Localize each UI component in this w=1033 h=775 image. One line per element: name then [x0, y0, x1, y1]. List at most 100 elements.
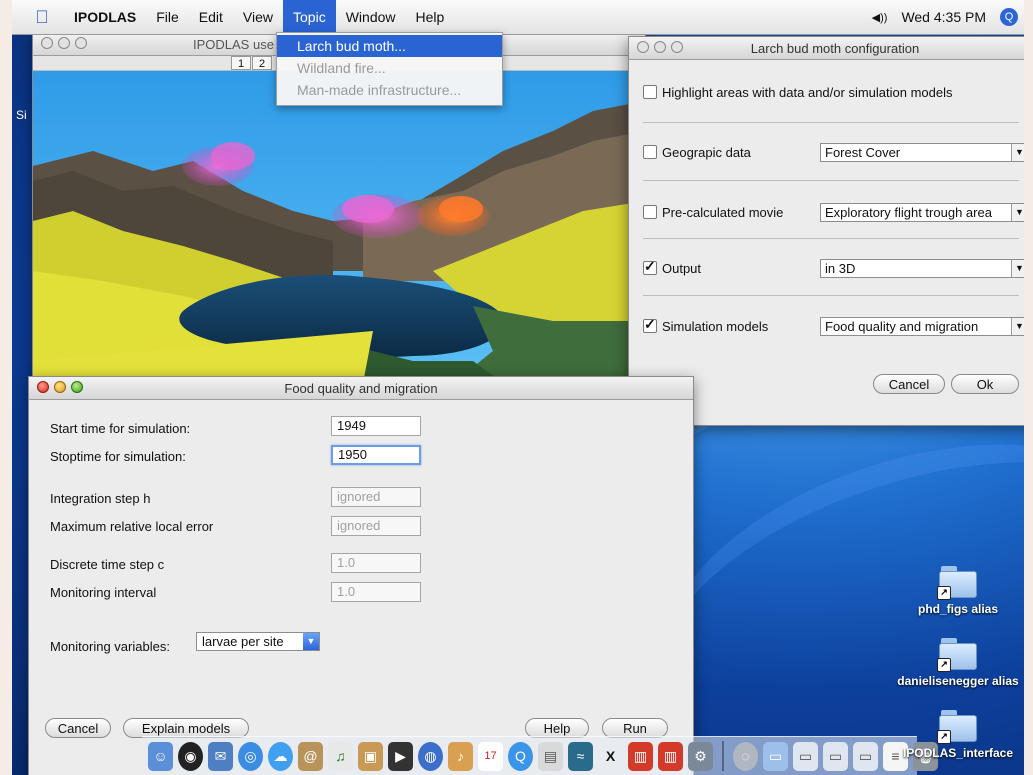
output-checkbox[interactable]	[643, 258, 657, 275]
terrain-scene	[33, 71, 645, 383]
window-icon-1[interactable]: ▭	[793, 741, 818, 771]
viewer-tab-2[interactable]: 2	[252, 56, 272, 70]
highlight-label: Highlight areas with data and/or simulat…	[662, 84, 953, 100]
sim-models-select-value: Food quality and migration	[825, 318, 979, 334]
fire-cloud	[417, 196, 489, 236]
window-icon-3[interactable]: ▭	[853, 741, 878, 771]
highlight-row[interactable]: Highlight areas with data and/or simulat…	[643, 80, 1024, 104]
menu-file[interactable]: File	[146, 0, 189, 34]
apple-menu-icon[interactable]: 	[30, 7, 54, 28]
divider	[643, 238, 1019, 239]
config-ok-button[interactable]: Ok	[951, 374, 1019, 394]
movie-label: Pre-calculated movie	[662, 204, 784, 220]
integration-step-field: ignored	[331, 487, 421, 507]
garageband-icon[interactable]: ♪	[448, 741, 473, 771]
ical-icon[interactable]: 17	[478, 741, 503, 771]
movie-checkbox[interactable]	[643, 205, 657, 219]
chevron-down-icon: ▼	[1011, 143, 1024, 161]
quicktime-icon[interactable]: Q	[508, 741, 533, 771]
app-icon-2[interactable]: ▥	[658, 741, 683, 771]
movie-row: Pre-calculated movie Exploratory flight …	[643, 200, 1024, 224]
disk-icon[interactable]: ◌	[733, 741, 758, 771]
menu-help[interactable]: Help	[406, 0, 455, 34]
chevron-down-icon: ▼	[1011, 317, 1024, 335]
food-titlebar[interactable]: Food quality and migration	[29, 377, 693, 400]
viewer-tab-1[interactable]: 1	[231, 56, 251, 70]
folder-alias-icon: ↗	[937, 566, 977, 600]
chevron-down-icon: ▼	[303, 633, 319, 650]
max-error-label: Maximum relative local error	[50, 519, 214, 534]
window-icon-2[interactable]: ▭	[823, 741, 848, 771]
topic-menu: Larch bud moth... Wildland fire... Man-m…	[276, 32, 503, 106]
moth-cloud-center	[332, 194, 424, 238]
app-menu[interactable]: IPODLAS	[74, 0, 146, 34]
geodata-label: Geograpic data	[662, 144, 751, 160]
spotlight-icon[interactable]: Q	[1000, 8, 1018, 26]
imovie-icon[interactable]: ▶	[388, 741, 413, 771]
itunes-icon[interactable]: ♫	[328, 741, 353, 771]
ipodlas-app-icon[interactable]: ≈	[568, 741, 593, 771]
desktop-icon-phd-figs[interactable]: ↗ phd_figs alias	[888, 566, 1024, 616]
dashboard-icon[interactable]: ◉	[178, 741, 203, 771]
system-prefs-icon[interactable]: ⚙	[688, 741, 713, 771]
discrete-step-field: 1.0	[331, 553, 421, 573]
address-book-icon[interactable]: @	[298, 741, 323, 771]
menu-view[interactable]: View	[233, 0, 283, 34]
sim-models-row: Simulation models Food quality and migra…	[643, 314, 1024, 338]
discrete-step-label: Discrete time step c	[50, 557, 165, 572]
run-button[interactable]: Run	[602, 718, 668, 738]
config-cancel-button[interactable]: Cancel	[873, 374, 945, 394]
desktop-icon-label: danielisenegger alias	[897, 674, 1019, 688]
stop-time-label: Stoptime for simulation:	[50, 449, 186, 464]
food-cancel-button[interactable]: Cancel	[45, 718, 111, 738]
chevron-down-icon: ▼	[1011, 203, 1024, 221]
chevron-down-icon: ▼	[1011, 259, 1024, 277]
geodata-checkbox[interactable]	[643, 145, 657, 159]
minimize-button[interactable]	[58, 37, 70, 49]
zoom-button[interactable]	[75, 37, 87, 49]
config-title: Larch bud moth configuration	[750, 41, 920, 56]
volume-icon[interactable]: ◀))	[872, 11, 888, 24]
food-quality-window: Food quality and migration Start time fo…	[28, 376, 694, 775]
folder-alias-icon: ↗	[937, 638, 977, 672]
sim-models-select[interactable]: Food quality and migration ▼	[820, 316, 1024, 336]
ichat-icon[interactable]: ☁	[268, 741, 293, 771]
monitoring-interval-label: Monitoring interval	[50, 585, 157, 600]
iphoto-icon[interactable]: ▣	[358, 741, 383, 771]
menu-item-wildland-fire: Wildland fire...	[297, 60, 386, 76]
safari-icon[interactable]: ◎	[238, 741, 263, 771]
desktop-icon-ipodlas-interface[interactable]: ↗ IPODLAS_interface	[888, 710, 1024, 760]
menu-item-larch-bud-moth[interactable]: Larch bud moth...	[277, 35, 502, 57]
x11-icon[interactable]: X	[598, 742, 623, 771]
app-icon-1[interactable]: ▥	[628, 741, 653, 771]
geodata-select[interactable]: Forest Cover ▼	[820, 142, 1024, 162]
finder-icon[interactable]: ☺	[148, 741, 173, 771]
desktop-icon-label: phd_figs alias	[917, 602, 999, 616]
menu-window[interactable]: Window	[336, 0, 406, 34]
sim-models-checkbox[interactable]	[643, 316, 657, 333]
preview-icon[interactable]: ▤	[538, 741, 563, 771]
explain-models-button[interactable]: Explain models	[123, 718, 249, 738]
larch-config-window: Larch bud moth configuration Highlight a…	[628, 36, 1024, 426]
clock[interactable]: Wed 4:35 PM	[901, 9, 986, 25]
mail-icon[interactable]: ✉	[208, 741, 233, 771]
monitoring-variables-select[interactable]: larvae per site ▼	[196, 632, 320, 651]
menu-edit[interactable]: Edit	[189, 0, 233, 34]
help-button[interactable]: Help	[525, 718, 589, 738]
stop-time-field[interactable]: 1950	[331, 445, 421, 465]
food-title: Food quality and migration	[284, 381, 438, 396]
idvd-icon[interactable]: ◍	[418, 741, 443, 771]
movie-select[interactable]: Exploratory flight trough area ▼	[820, 202, 1024, 222]
start-time-field[interactable]: 1949	[331, 416, 421, 436]
config-titlebar[interactable]: Larch bud moth configuration	[629, 37, 1024, 60]
close-button[interactable]	[41, 37, 53, 49]
geodata-select-value: Forest Cover	[825, 144, 901, 160]
monitoring-variables-label: Monitoring variables:	[50, 639, 170, 654]
menu-item-infrastructure: Man-made infrastructure...	[297, 82, 462, 98]
output-select[interactable]: in 3D ▼	[820, 258, 1024, 278]
folder-icon[interactable]: ▭	[763, 741, 788, 771]
highlight-checkbox[interactable]	[643, 85, 657, 99]
terrain-3d-view[interactable]	[33, 71, 645, 383]
menu-topic[interactable]: Topic	[283, 0, 336, 34]
desktop-icon-danielisenegger[interactable]: ↗ danielisenegger alias	[888, 638, 1024, 688]
